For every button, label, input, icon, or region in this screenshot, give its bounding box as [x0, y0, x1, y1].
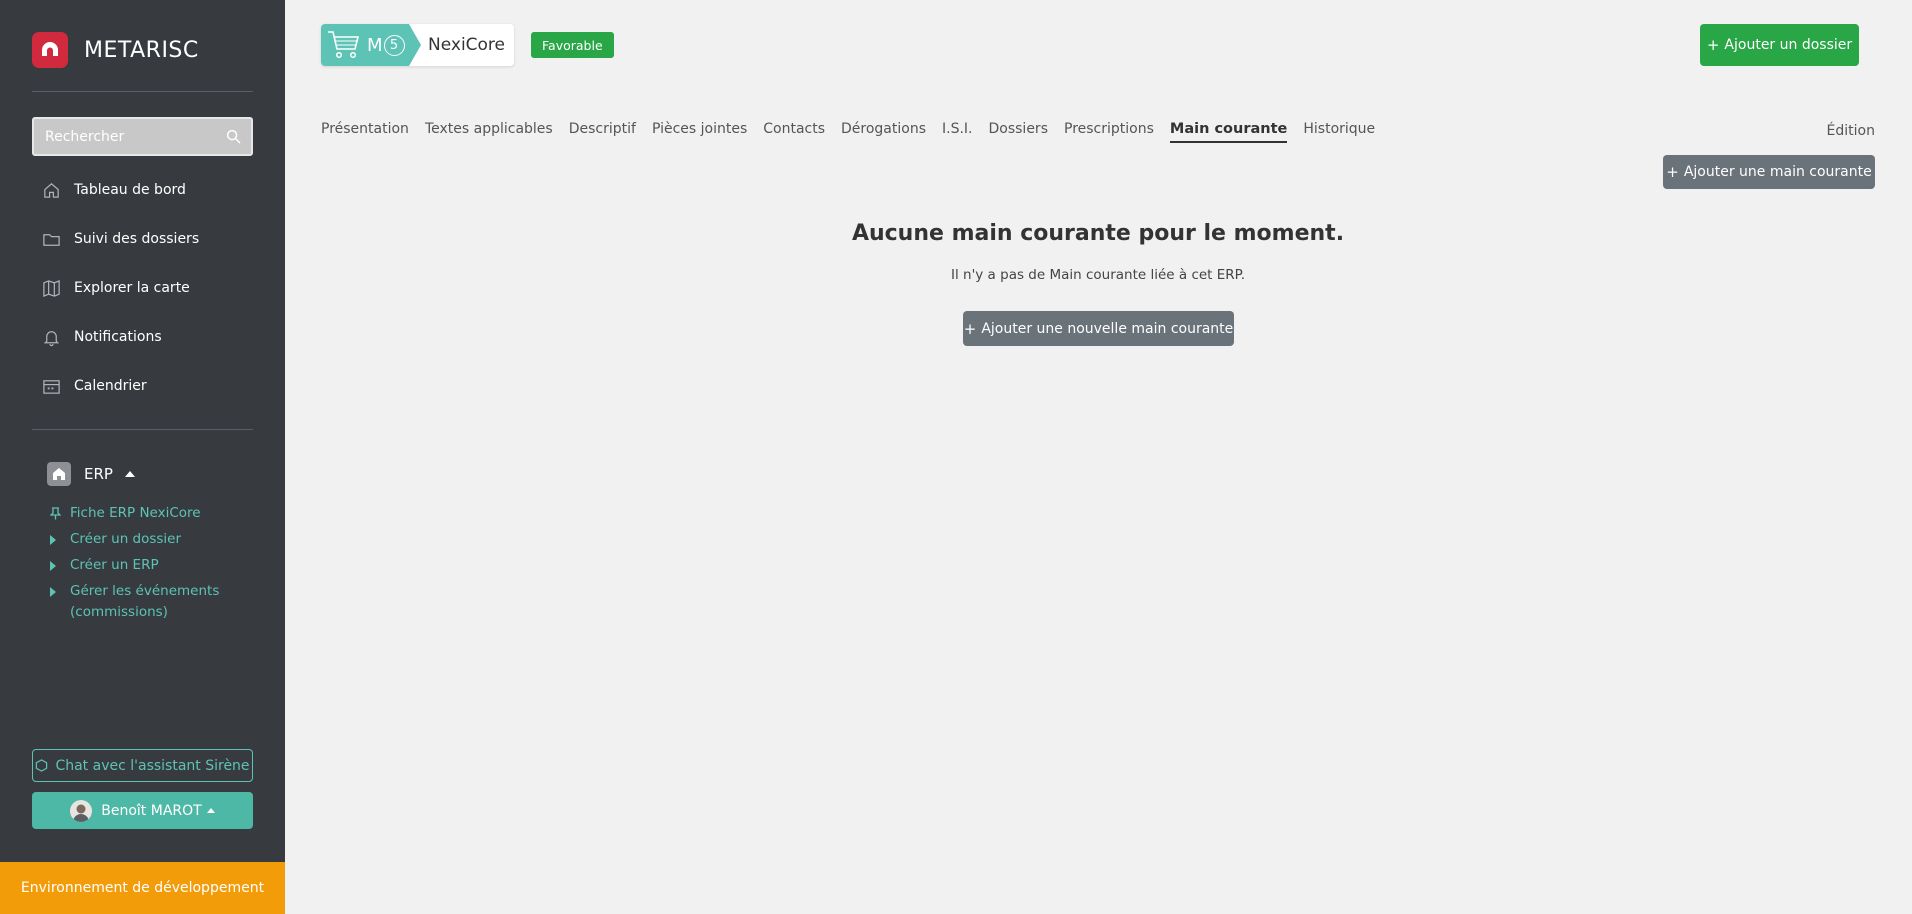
- add-dossier-label: Ajouter un dossier: [1724, 37, 1853, 53]
- search-icon[interactable]: [226, 129, 241, 148]
- erp-item-fiche[interactable]: Fiche ERP NexiCore: [50, 503, 201, 524]
- app-name: METARISC: [84, 37, 199, 63]
- nav-label: Tableau de bord: [74, 182, 186, 198]
- brand[interactable]: METARISC: [32, 32, 199, 68]
- chat-label: Chat avec l'assistant Sirène: [55, 757, 250, 774]
- add-new-main-courante-button[interactable]: + Ajouter une nouvelle main courante: [963, 311, 1234, 346]
- search-box[interactable]: [32, 117, 253, 156]
- tab-dossiers[interactable]: Dossiers: [989, 121, 1049, 143]
- tab-prescriptions[interactable]: Prescriptions: [1064, 121, 1154, 143]
- shopping-cart-icon: [328, 31, 360, 59]
- nav-label: Notifications: [74, 329, 162, 345]
- nav-calendrier[interactable]: Calendrier: [42, 373, 147, 399]
- avis-badge: Favorable: [531, 32, 614, 58]
- erp-item-creer-dossier[interactable]: Créer un dossier: [50, 529, 181, 550]
- empty-state-title: Aucune main courante pour le moment.: [851, 221, 1345, 246]
- tab-pieces-jointes[interactable]: Pièces jointes: [652, 121, 747, 143]
- bell-icon: [43, 330, 60, 346]
- tab-historique[interactable]: Historique: [1303, 121, 1375, 143]
- pin-icon: [50, 503, 70, 524]
- erp-section-label: ERP: [84, 465, 113, 483]
- caret-right-icon: [50, 529, 70, 550]
- tab-bar: Présentation Textes applicables Descript…: [321, 121, 1391, 143]
- add-dossier-button[interactable]: + Ajouter un dossier: [1700, 24, 1859, 66]
- caret-up-icon: [124, 471, 135, 477]
- erp-item-gerer-evenements[interactable]: Gérer les événements (commissions): [50, 581, 235, 623]
- tab-main-courante[interactable]: Main courante: [1169, 121, 1288, 143]
- sidebar-divider: [32, 91, 253, 92]
- tab-descriptif[interactable]: Descriptif: [569, 121, 636, 143]
- add-new-main-courante-label: Ajouter une nouvelle main courante: [981, 320, 1234, 337]
- edition-link[interactable]: Édition: [1827, 123, 1875, 139]
- hexagon-icon: [36, 759, 48, 772]
- caret-right-icon: [50, 555, 70, 576]
- empty-state-text: Il n'y a pas de Main courante liée à cet…: [950, 267, 1245, 283]
- erp-item-label: Gérer les événements (commissions): [70, 583, 220, 620]
- tab-contacts[interactable]: Contacts: [763, 121, 825, 143]
- building-icon: [47, 462, 71, 486]
- avatar: [70, 799, 93, 822]
- search-input[interactable]: [45, 128, 215, 145]
- chat-assistant-button[interactable]: Chat avec l'assistant Sirène: [32, 749, 253, 782]
- sidebar: METARISC Tableau de bord Suivi des dossi…: [0, 0, 285, 914]
- metarisc-logo-icon: [32, 32, 68, 68]
- plus-icon: +: [1706, 36, 1720, 54]
- nav-tableau-de-bord[interactable]: Tableau de bord: [42, 177, 186, 203]
- erp-name: NexiCore: [428, 35, 506, 55]
- nav-notifications[interactable]: Notifications: [42, 324, 162, 350]
- erp-item-label: Fiche ERP NexiCore: [70, 505, 201, 521]
- erp-section-toggle[interactable]: ERP: [47, 462, 135, 486]
- calendar-icon: [43, 379, 60, 394]
- environment-banner: Environnement de développement: [0, 862, 285, 914]
- erp-type-badge: M 5: [321, 24, 421, 66]
- tab-derogations[interactable]: Dérogations: [841, 121, 926, 143]
- add-main-courante-button[interactable]: + Ajouter une main courante: [1663, 155, 1875, 189]
- user-menu-button[interactable]: Benoît MAROT: [32, 792, 253, 829]
- erp-item-label: Créer un dossier: [70, 531, 182, 547]
- user-name: Benoît MAROT: [101, 802, 202, 819]
- erp-badge: M 5 NexiCore: [321, 24, 514, 66]
- nav-label: Calendrier: [74, 378, 147, 394]
- erp-type: M: [367, 34, 383, 56]
- home-icon: [44, 182, 59, 198]
- add-main-courante-label: Ajouter une main courante: [1683, 164, 1872, 180]
- caret-up-icon: [206, 808, 215, 813]
- sidebar-divider: [32, 429, 253, 430]
- caret-right-icon: [50, 581, 70, 623]
- tab-presentation[interactable]: Présentation: [321, 121, 409, 143]
- erp-item-label: Créer un ERP: [70, 557, 159, 573]
- erp-item-creer-erp[interactable]: Créer un ERP: [50, 555, 159, 576]
- tab-isi[interactable]: I.S.I.: [942, 121, 973, 143]
- tab-textes-applicables[interactable]: Textes applicables: [425, 121, 553, 143]
- plus-icon: +: [1666, 163, 1679, 181]
- plus-icon: +: [963, 319, 977, 338]
- erp-category: 5: [383, 34, 405, 56]
